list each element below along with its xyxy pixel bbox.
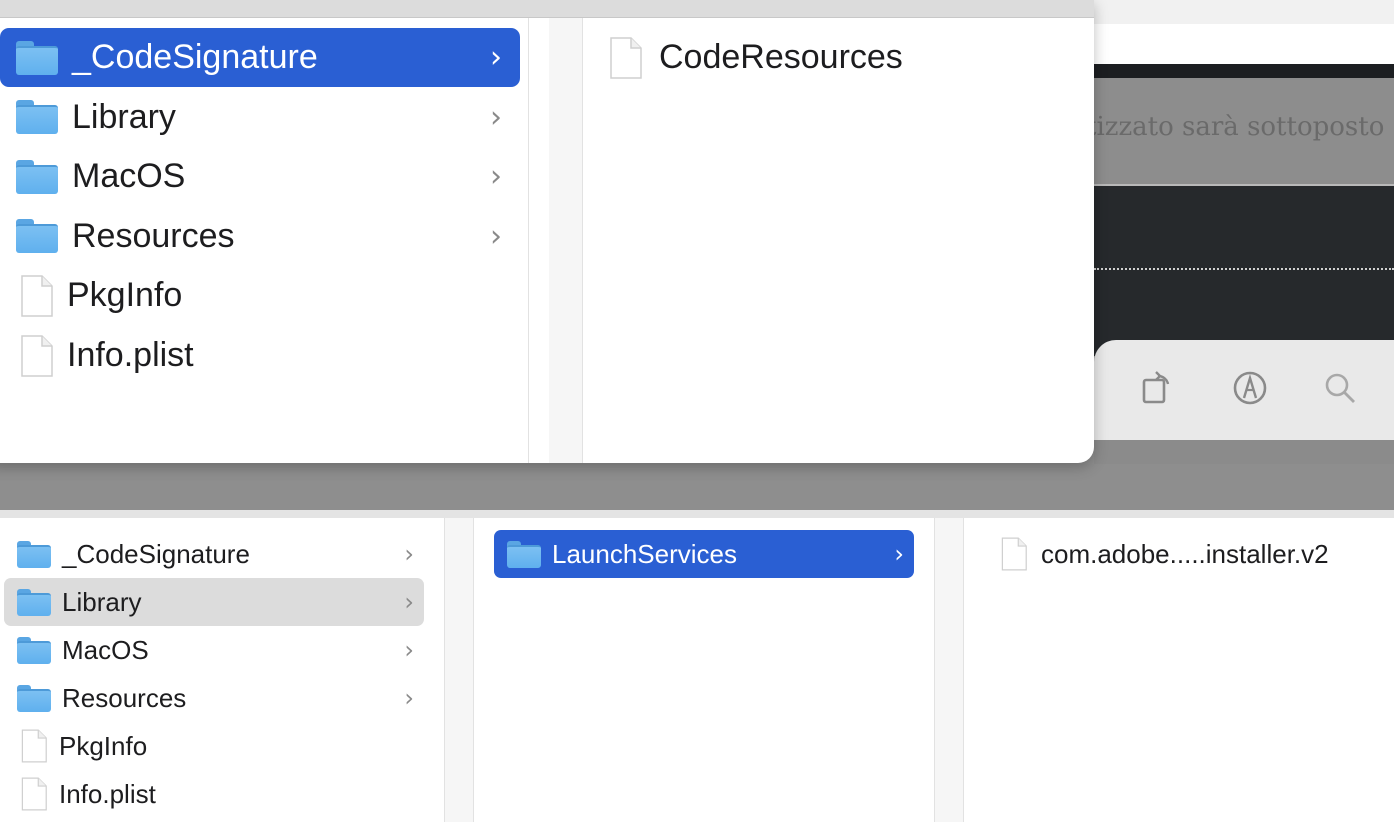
file-row[interactable]: Info.plist [0,326,520,385]
item-label: MacOS [72,157,186,196]
folder-row[interactable]: Resources › [4,674,424,722]
chevron-right-icon: › [490,40,502,75]
chevron-right-icon: › [490,159,502,195]
background-dark-strip [1060,64,1394,78]
document-icon [1000,537,1027,571]
file-row[interactable]: PkgInfo [4,722,424,770]
item-label: _CodeSignature [62,538,250,569]
folder-icon [17,684,51,712]
column-resize-gap[interactable] [549,18,583,463]
folder-icon [16,100,58,135]
document-icon [608,36,642,79]
item-label: Library [72,97,176,136]
document-icon [20,777,47,811]
folder-icon [17,636,51,664]
item-label: Info.plist [67,336,194,374]
finder-column-1: _CodeSignature › Library › MacOS › Resources › P… [0,518,445,822]
file-row[interactable]: PkgInfo [0,266,520,325]
folder-row[interactable]: Library › [0,88,520,147]
dimmed-desktop-band [0,464,1394,512]
column-resize-gap[interactable] [445,518,474,822]
chevron-right-icon: › [404,540,414,568]
background-title-bar [1060,0,1394,24]
folder-row[interactable]: _CodeSignature › [4,530,424,578]
window-title-bar [0,0,1094,18]
chevron-right-icon: › [490,218,502,254]
file-row[interactable]: CodeResources [583,28,1063,87]
folder-row[interactable]: _CodeSignature › [0,28,520,87]
item-label: _CodeSignature [72,38,318,76]
document-icon [20,729,47,763]
folder-icon [16,159,58,194]
item-label: Resources [62,682,187,713]
rotate-icon[interactable] [1138,368,1178,408]
bottom-window-top-edge [0,510,1394,518]
folder-row[interactable]: Library › [4,578,424,626]
file-row[interactable]: com.adobe.....installer.v2 [964,530,1394,578]
document-icon [19,275,53,317]
finder-column-1: _CodeSignature › Library › MacOS › Resources › P… [0,18,529,463]
chevron-right-icon: › [404,684,414,712]
item-label: PkgInfo [67,276,183,315]
document-icon [19,334,53,377]
background-dimmed-banner: tizzato sarà sottoposto [1060,78,1394,186]
background-white-strip [1060,24,1394,64]
dotted-divider [1094,268,1394,270]
background-dark-panel [1060,186,1394,356]
finder-column-3: com.adobe.....installer.v2 [964,518,1394,822]
chevron-right-icon: › [490,99,502,135]
folder-row[interactable]: MacOS › [0,147,520,206]
finder-window: _CodeSignature › Library › MacOS › Resources › P… [0,518,1394,822]
folder-icon [16,219,58,254]
background-app-window: tizzato sarà sottoposto [1060,0,1394,512]
finder-column-2: LaunchServices › [474,518,935,822]
finder-window-zoomed: _CodeSignature › Library › MacOS › Resources › P… [0,0,1094,463]
folder-row[interactable]: Resources › [0,207,520,266]
item-label: Info.plist [59,778,156,809]
item-label: Resources [72,216,235,255]
folder-icon [507,540,541,568]
chevron-right-icon: › [404,588,414,616]
folder-icon [17,540,51,568]
column-resize-gap[interactable] [935,518,964,822]
chevron-right-icon: › [404,636,414,664]
background-toolbar [1094,340,1394,440]
item-label: Library [62,586,142,617]
item-label: PkgInfo [59,730,148,761]
file-row[interactable]: Info.plist [4,770,424,818]
background-italian-text: tizzato sarà sottoposto [1086,112,1385,142]
item-label: MacOS [62,634,149,665]
search-icon[interactable] [1320,368,1360,408]
item-label: LaunchServices [552,538,737,569]
folder-icon [16,40,58,75]
folder-row[interactable]: LaunchServices › [494,530,914,578]
folder-row[interactable]: MacOS › [4,626,424,674]
folder-icon [17,588,51,616]
finder-column-2: CodeResources [583,18,1094,463]
chevron-right-icon: › [894,540,904,568]
markup-icon[interactable] [1230,368,1270,408]
item-label: CodeResources [659,38,903,76]
item-label: com.adobe.....installer.v2 [1041,538,1329,569]
